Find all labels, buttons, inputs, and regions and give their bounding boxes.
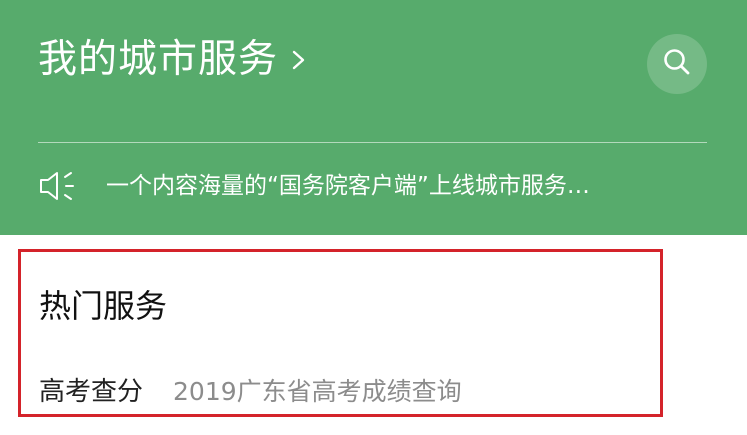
notice-bar[interactable]: 一个内容海量的“国务院客户端”上线城市服务… <box>38 166 702 206</box>
service-name: 高考查分 <box>39 377 144 407</box>
city-services-header: 我的城市服务 一个内容海量的“国务院客户端”上线城市服务… <box>0 0 747 235</box>
service-item-gaokao-score[interactable]: 高考查分 2019广东省高考成绩查询 <box>39 375 462 409</box>
my-city-services-link[interactable]: 我的城市服务 <box>38 36 310 84</box>
search-button[interactable] <box>647 34 707 94</box>
service-description: 2019广东省高考成绩查询 <box>173 377 462 406</box>
speaker-icon <box>38 166 80 206</box>
hot-services-section: 热门服务 高考查分 2019广东省高考成绩查询 <box>18 249 663 417</box>
header-divider <box>38 142 707 143</box>
chevron-right-icon <box>288 43 310 77</box>
notice-text: 一个内容海量的“国务院客户端”上线城市服务… <box>106 173 590 199</box>
hot-services-title: 热门服务 <box>39 287 168 325</box>
page-title: 我的城市服务 <box>38 37 279 82</box>
search-icon <box>661 46 693 82</box>
